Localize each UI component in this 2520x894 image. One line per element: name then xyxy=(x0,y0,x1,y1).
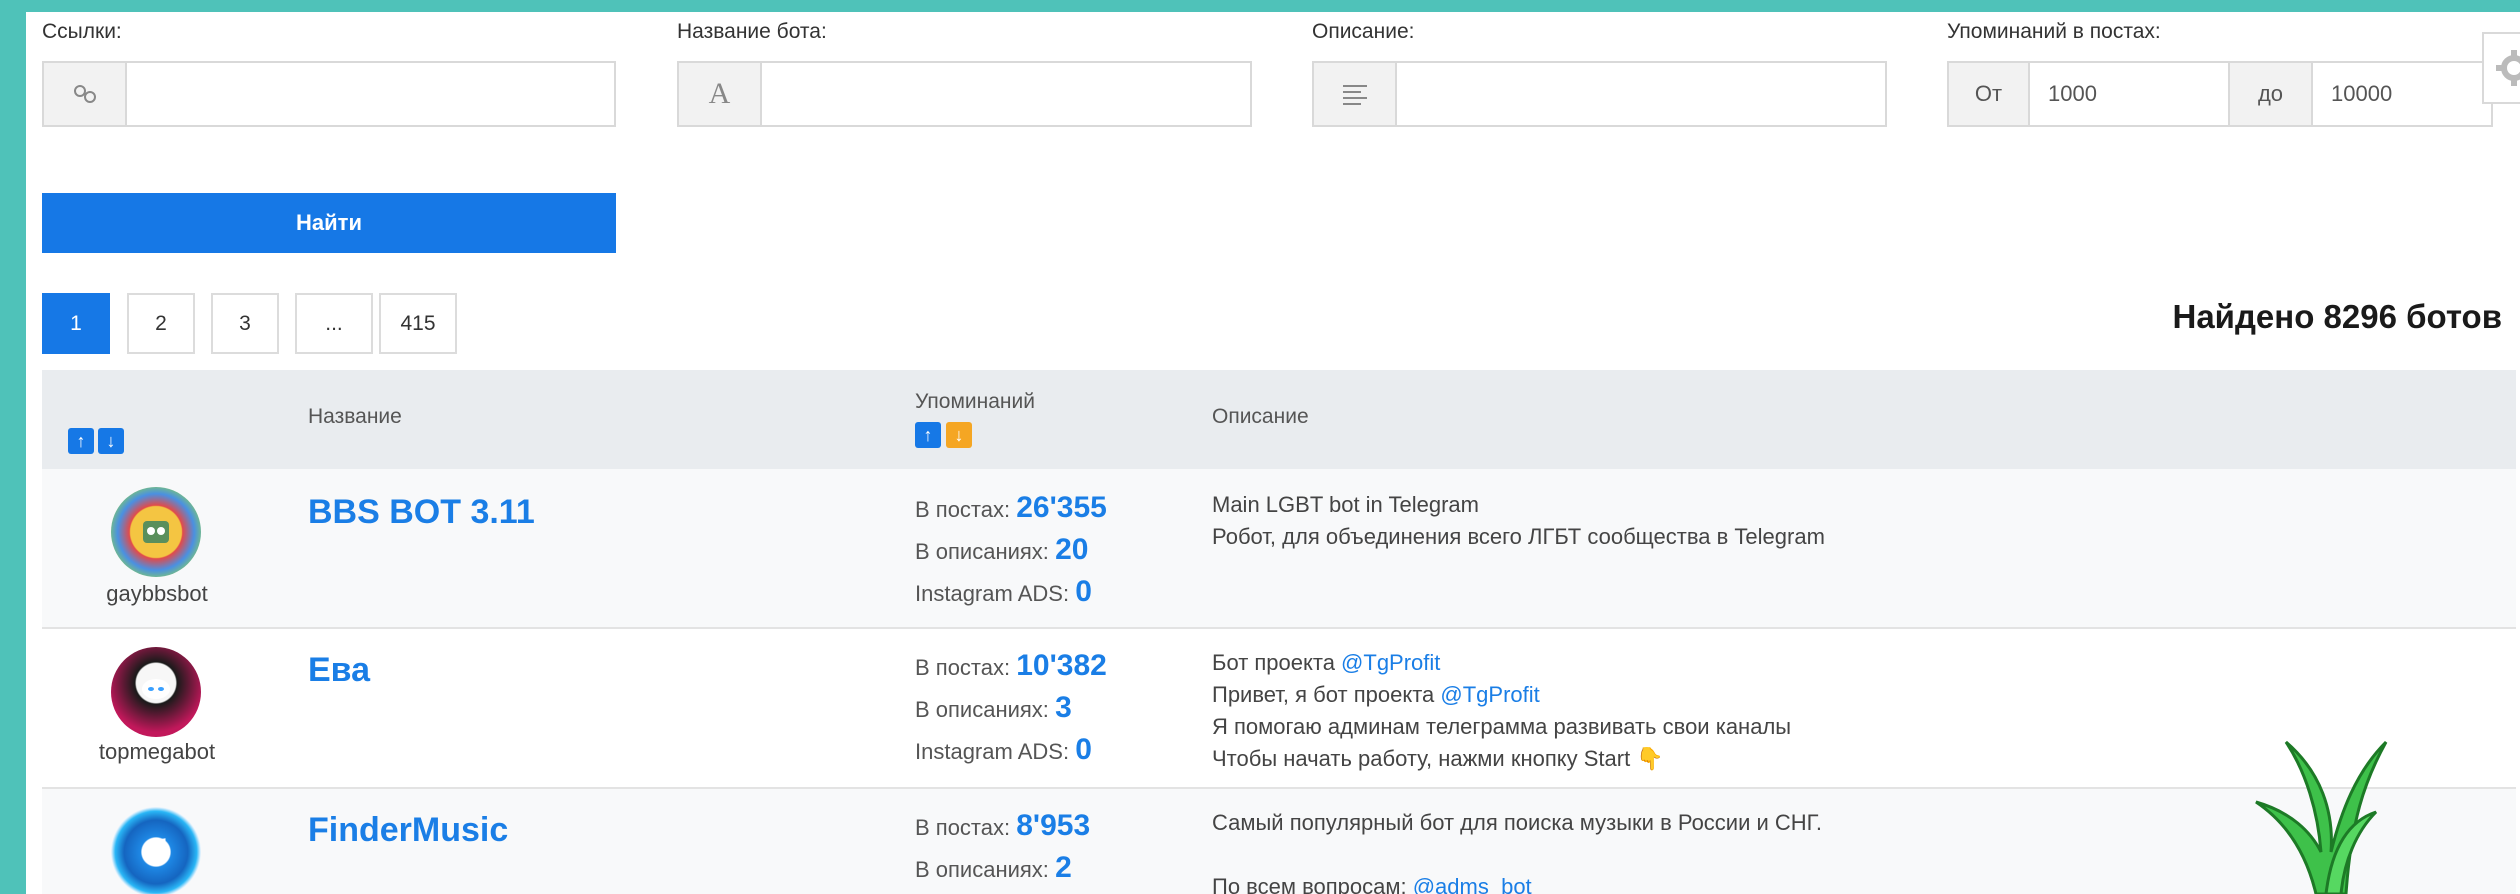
descriptions-stat: В описаниях: 20 xyxy=(915,533,1089,566)
bot-username: topmegabot xyxy=(98,739,216,764)
pointing-down-emoji: 👇 xyxy=(1636,746,1664,771)
mentions-to-input[interactable] xyxy=(2313,61,2493,127)
mentions-from-input[interactable] xyxy=(2030,61,2230,127)
mention-link[interactable]: @TgProfit xyxy=(1341,650,1440,675)
bot-name-input[interactable] xyxy=(760,61,1252,127)
bot-name-link[interactable]: BBS BOT 3.11 xyxy=(308,493,535,532)
bot-username: gaybbsbot xyxy=(106,581,208,606)
link-icon xyxy=(42,61,125,127)
bot-description: Бот проекта @TgProfit Привет, я бот прое… xyxy=(1212,650,1792,771)
links-label: Ссылки: xyxy=(42,20,122,43)
description-input[interactable] xyxy=(1395,61,1887,127)
instagram-stat: Instagram ADS: 0 xyxy=(915,575,1092,608)
mentions-sort-up-icon[interactable]: ↑ xyxy=(915,422,941,448)
mentions-from-label: От xyxy=(1947,61,2030,127)
description-label: Описание: xyxy=(1312,20,1415,43)
table-row[interactable]: finmbot FinderMusic В постах: 8'953 В оп… xyxy=(42,787,2516,894)
mentions-to-label: до xyxy=(2230,61,2313,127)
mentions-label: Упоминаний в постах: xyxy=(1947,20,2161,43)
mention-link[interactable]: @TgProfit xyxy=(1440,682,1539,707)
header-name: Название xyxy=(308,405,402,428)
text-icon: A xyxy=(677,61,760,127)
page-ellipsis: ... xyxy=(295,293,373,354)
bot-name-label: Название бота: xyxy=(677,20,827,43)
page-1[interactable]: 1 xyxy=(42,293,110,354)
posts-stat: В постах: 10'382 xyxy=(915,649,1107,682)
posts-stat: В постах: 8'953 xyxy=(915,809,1091,842)
bot-avatar xyxy=(111,487,201,577)
mentions-sort-down-icon[interactable]: ↓ xyxy=(946,422,972,448)
grass-sticker-icon xyxy=(2255,740,2388,894)
bot-avatar xyxy=(111,807,201,894)
sort-down-icon[interactable]: ↓ xyxy=(98,428,124,454)
header-mentions: Упоминаний xyxy=(915,390,1035,413)
links-input[interactable] xyxy=(125,61,616,127)
table-header: ↑ ↓ Название Упоминаний ↑ ↓ Описание xyxy=(42,370,2516,469)
descriptions-stat: В описаниях: 3 xyxy=(915,691,1072,724)
page-3[interactable]: 3 xyxy=(211,293,279,354)
instagram-stat: Instagram ADS: 0 xyxy=(915,733,1092,766)
bot-avatar xyxy=(111,647,201,737)
page-415[interactable]: 415 xyxy=(379,293,457,354)
mention-link[interactable]: @adms_bot xyxy=(1413,874,1532,894)
posts-stat: В постах: 26'355 xyxy=(915,491,1107,524)
gear-icon[interactable] xyxy=(2482,32,2520,104)
descriptions-stat: В описаниях: 2 xyxy=(915,851,1072,884)
align-icon xyxy=(1312,61,1395,127)
bot-search-panel: Ссылки: Название бота: A Описание: Упоми… xyxy=(26,12,2520,894)
bot-description: Main LGBT bot in Telegram Робот, для объ… xyxy=(1212,492,1825,549)
table-row[interactable]: topmegabot Ева В постах: 10'382 В описан… xyxy=(42,627,2516,787)
found-count: Найдено 8296 ботов xyxy=(2172,298,2502,335)
sort-up-icon[interactable]: ↑ xyxy=(68,428,94,454)
bot-name-link[interactable]: FinderMusic xyxy=(308,811,508,850)
find-button[interactable]: Найти xyxy=(42,193,616,253)
header-description: Описание xyxy=(1212,405,1309,428)
page-2[interactable]: 2 xyxy=(127,293,195,354)
bot-name-link[interactable]: Ева xyxy=(308,651,370,690)
table-row[interactable]: gaybbsbot BBS BOT 3.11 В постах: 26'355 … xyxy=(42,469,2516,627)
bot-description: Самый популярный бот для поиска музыки в… xyxy=(1212,807,1822,894)
